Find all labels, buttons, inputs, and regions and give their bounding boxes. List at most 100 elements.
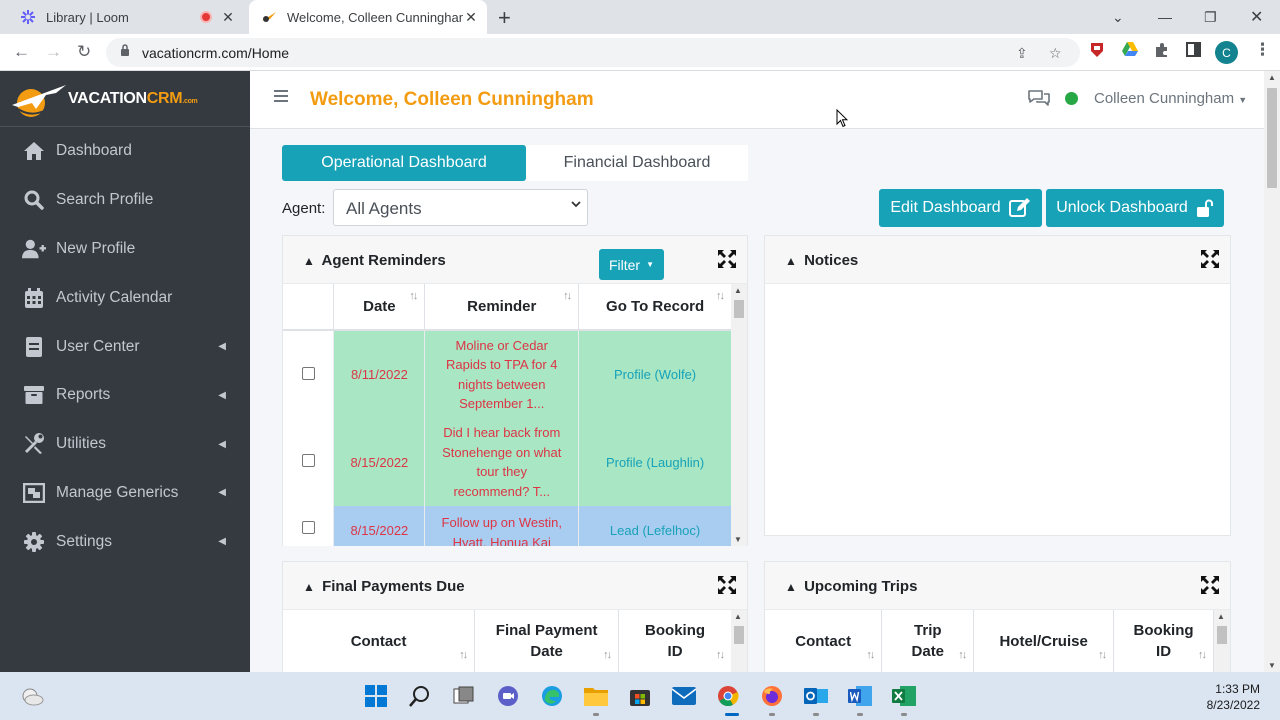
search-icon[interactable] [408,684,432,708]
excel-icon[interactable] [892,684,916,708]
system-clock[interactable]: 1:33 PM 8/23/2022 [1207,681,1260,713]
scroll-down-arrow-icon[interactable]: ▼ [734,535,742,544]
extension-shield-icon[interactable] [1090,42,1104,62]
minimize-icon[interactable]: — [1158,0,1172,34]
restore-icon[interactable]: ❐ [1204,0,1217,34]
teams-chat-icon[interactable] [496,684,520,708]
browser-profile-avatar[interactable]: C [1215,41,1238,64]
sidebar-item-dashboard[interactable]: Dashboard [0,127,250,176]
outlook-icon[interactable] [804,684,828,708]
new-tab-plus-icon[interactable]: + [498,5,511,31]
scrollbar-thumb[interactable] [734,300,744,318]
card-title[interactable]: ▲ Notices [785,252,858,269]
scroll-up-arrow-icon[interactable]: ▲ [1268,73,1276,82]
google-drive-icon[interactable] [1122,42,1138,60]
reminder-date: 8/15/2022 [333,418,426,506]
file-explorer-icon[interactable] [584,684,608,708]
reload-icon[interactable]: ↻ [77,42,91,62]
expand-icon[interactable] [1201,250,1219,273]
sidebar-item-label: Manage Generics [56,483,179,501]
tab-search-chevron-icon[interactable]: ⌄ [1112,0,1124,34]
card-title[interactable]: ▲ Upcoming Trips [785,578,917,595]
scroll-down-arrow-icon[interactable]: ▼ [1268,661,1276,670]
expand-icon[interactable] [1201,576,1219,599]
column-header-date[interactable]: Date ↑↓ [333,284,426,331]
tab-financial-dashboard[interactable]: Financial Dashboard [526,145,748,181]
scrollbar-thumb[interactable] [1217,626,1227,644]
firefox-icon[interactable] [760,684,784,708]
windows-start-icon[interactable] [364,684,388,708]
upcoming-trips-scrollbar[interactable]: ▲ [1214,610,1230,672]
sidebar-item-reports[interactable]: Reports ◀ [0,371,250,420]
column-header-go-to-record[interactable]: Go To Record ↑↓ [578,284,732,331]
close-tab-icon[interactable]: ✕ [463,9,479,26]
sort-icon: ↑↓ [603,649,612,661]
task-view-icon[interactable] [452,684,476,708]
back-arrow-icon[interactable]: ← [13,42,30,62]
reminders-scrollbar[interactable]: ▲ ▼ [731,284,747,546]
share-icon[interactable]: ⇪ [1016,45,1028,62]
column-header-final-payment-date[interactable]: Final Payment Date ↑↓ [474,610,620,672]
sidebar-item-search-profile[interactable]: Search Profile [0,176,250,225]
column-header-reminder[interactable]: Reminder ↑↓ [424,284,580,331]
microsoft-store-icon[interactable] [628,684,652,708]
chat-icon[interactable] [1027,89,1051,112]
sidebar-item-activity-calendar[interactable]: Activity Calendar [0,273,250,322]
reminder-text[interactable]: Moline or Cedar Rapids to TPA for 4 nigh… [424,330,580,418]
extensions-puzzle-icon[interactable] [1154,42,1170,63]
weather-icon[interactable] [20,684,44,708]
expand-icon[interactable] [718,576,736,599]
card-title[interactable]: ▲ Agent Reminders [303,252,446,269]
page-scrollbar[interactable]: ▲ ▼ [1264,71,1280,672]
agent-select[interactable]: All Agents [333,189,588,226]
close-tab-icon[interactable]: ✕ [220,9,236,26]
scrollbar-thumb[interactable] [1267,88,1277,188]
row-checkbox[interactable] [301,521,315,534]
record-link[interactable]: Profile (Laughlin) [578,418,732,506]
sidebar-item-new-profile[interactable]: New Profile [0,225,250,274]
sidebar-item-manage-generics[interactable]: Manage Generics ◀ [0,469,250,518]
reminder-text[interactable]: Did I hear back from Stonehenge on what … [424,418,580,506]
word-icon[interactable] [848,684,872,708]
side-panel-icon[interactable] [1186,42,1201,61]
scroll-up-arrow-icon[interactable]: ▲ [1217,612,1225,621]
sidebar-item-user-center[interactable]: User Center ◀ [0,322,250,371]
forward-arrow-icon[interactable]: → [45,42,62,62]
column-header-contact[interactable]: Contact ↑↓ [765,610,883,672]
scroll-up-arrow-icon[interactable]: ▲ [734,612,742,621]
tab-operational-dashboard[interactable]: Operational Dashboard [282,145,526,181]
browser-tab-loom[interactable]: Library | Loom ✕ [8,0,244,34]
user-menu-dropdown[interactable]: Colleen Cunningham ▼ [1094,90,1247,107]
bookmark-star-icon[interactable]: ☆ [1049,45,1062,62]
filter-button[interactable]: Filter ▼ [599,249,664,280]
record-link[interactable]: Lead (Lefelhoc) [578,506,732,546]
hamburger-menu-icon[interactable] [274,90,288,105]
mail-icon[interactable] [672,684,696,708]
card-title[interactable]: ▲ Final Payments Due [303,578,465,595]
column-header-trip-date[interactable]: Trip Date ↑↓ [881,610,975,672]
record-link[interactable]: Profile (Wolfe) [578,330,732,418]
column-header-booking-id[interactable]: Booking ID ↑↓ [618,610,732,672]
column-header-hotel-cruise[interactable]: Hotel/Cruise ↑↓ [973,610,1115,672]
edit-dashboard-button[interactable]: Edit Dashboard [879,189,1042,227]
row-checkbox[interactable] [301,454,315,467]
sidebar-item-utilities[interactable]: Utilities ◀ [0,420,250,469]
reminder-text[interactable]: Follow up on Westin, Hyatt, Honua Kai [424,506,580,546]
filter-label: Filter [608,256,641,273]
column-header-booking-id[interactable]: Booking ID ↑↓ [1113,610,1214,672]
edge-browser-icon[interactable] [540,684,564,708]
row-checkbox[interactable] [301,366,315,380]
scrollbar-thumb[interactable] [734,626,744,644]
unlock-dashboard-button[interactable]: Unlock Dashboard [1046,189,1224,227]
chrome-icon[interactable] [716,684,740,708]
column-header-contact[interactable]: Contact ↑↓ [283,610,476,672]
browser-tab-vacationcrm[interactable]: Welcome, Colleen Cunningham ✕ [249,0,487,34]
browser-menu-icon[interactable]: ⋮ [1254,40,1271,60]
close-window-icon[interactable]: ✕ [1250,0,1263,34]
scroll-up-arrow-icon[interactable]: ▲ [734,286,742,295]
vacationcrm-logo[interactable]: VACATIONCRM.com [0,71,250,127]
address-bar[interactable]: vacationcrm.com/Home ⇪ ☆ [106,38,1080,67]
sidebar-item-settings[interactable]: Settings ◀ [0,517,250,566]
final-payments-scrollbar[interactable]: ▲ [731,610,747,672]
expand-icon[interactable] [718,250,736,273]
